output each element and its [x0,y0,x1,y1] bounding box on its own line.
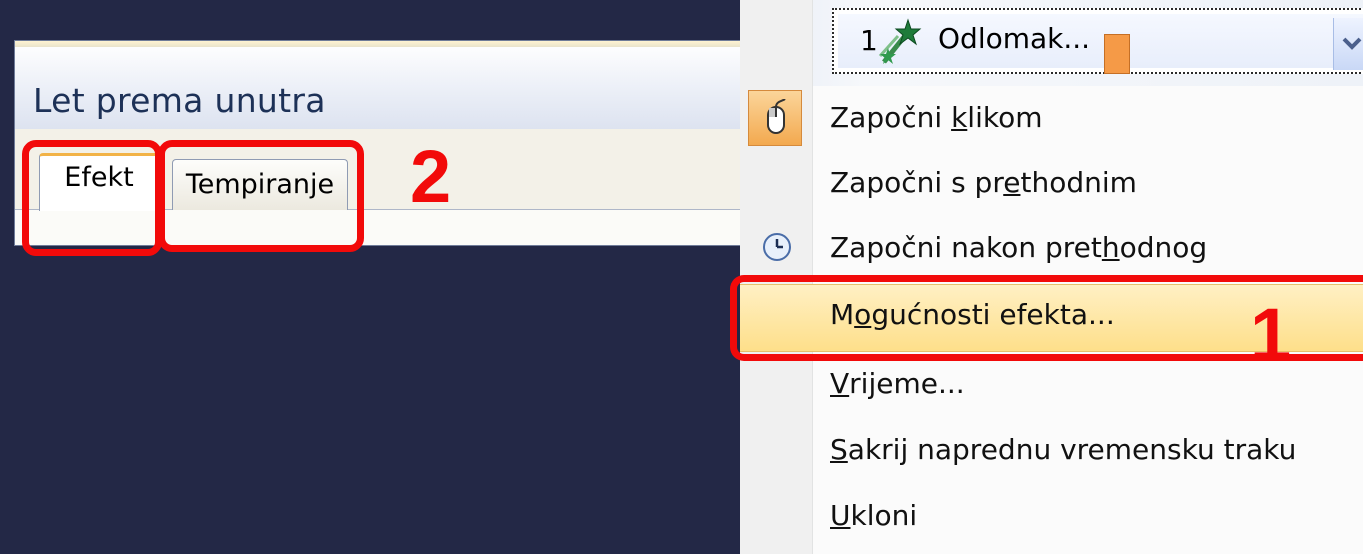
tab-efekt[interactable]: Efekt [39,153,159,211]
dialog-title: Let prema unutra [33,81,326,120]
menu-item-start-after-previous[interactable]: Započni nakon prethodnog [740,218,1363,284]
animation-order-number: 1 [860,24,878,57]
tab-pane [15,210,740,245]
effect-dialog: Let prema unutra Efekt Tempiranje [14,40,740,246]
step-number-1: 1 [1250,293,1292,376]
clock-icon [763,233,791,261]
chevron-down-icon [1342,37,1362,50]
menu-item-start-with-previous[interactable]: Započni s prethodnim [740,153,1363,219]
combo-body: 1 Odlomak... [838,14,1363,74]
menu-item-hide-advanced-timeline[interactable]: Sakrij naprednu vremensku traku [740,420,1363,486]
animation-item-label: Odlomak... [938,22,1091,55]
dialog-titlebar[interactable]: Let prema unutra [15,47,740,129]
menu-item-label: Vrijeme... [830,367,965,400]
trigger-color-swatch [1104,34,1130,74]
menu-item-label: Započni klikom [830,101,1043,134]
tab-tempiranje[interactable]: Tempiranje [172,159,348,210]
menu-item-label: Započni s prethodnim [830,166,1137,199]
menu-item-start-on-click[interactable]: Započni klikom [740,88,1363,154]
animation-context-menu: 1 Odlomak... Započni klikom Započni s pr… [740,0,1363,554]
menu-item-label: Mogućnosti efekta... [830,298,1115,331]
step-number-2: 2 [410,135,452,218]
animation-item-combo[interactable]: 1 Odlomak... [832,8,1363,74]
menu-item-label: Započni nakon prethodnog [830,231,1208,264]
combo-dropdown-button[interactable] [1333,18,1363,70]
effect-star-icon [878,18,922,64]
mouse-click-icon [748,90,802,146]
menu-item-remove[interactable]: Ukloni [740,486,1363,552]
menu-item-label: Ukloni [830,499,918,532]
menu-item-label: Sakrij naprednu vremensku traku [830,433,1297,466]
